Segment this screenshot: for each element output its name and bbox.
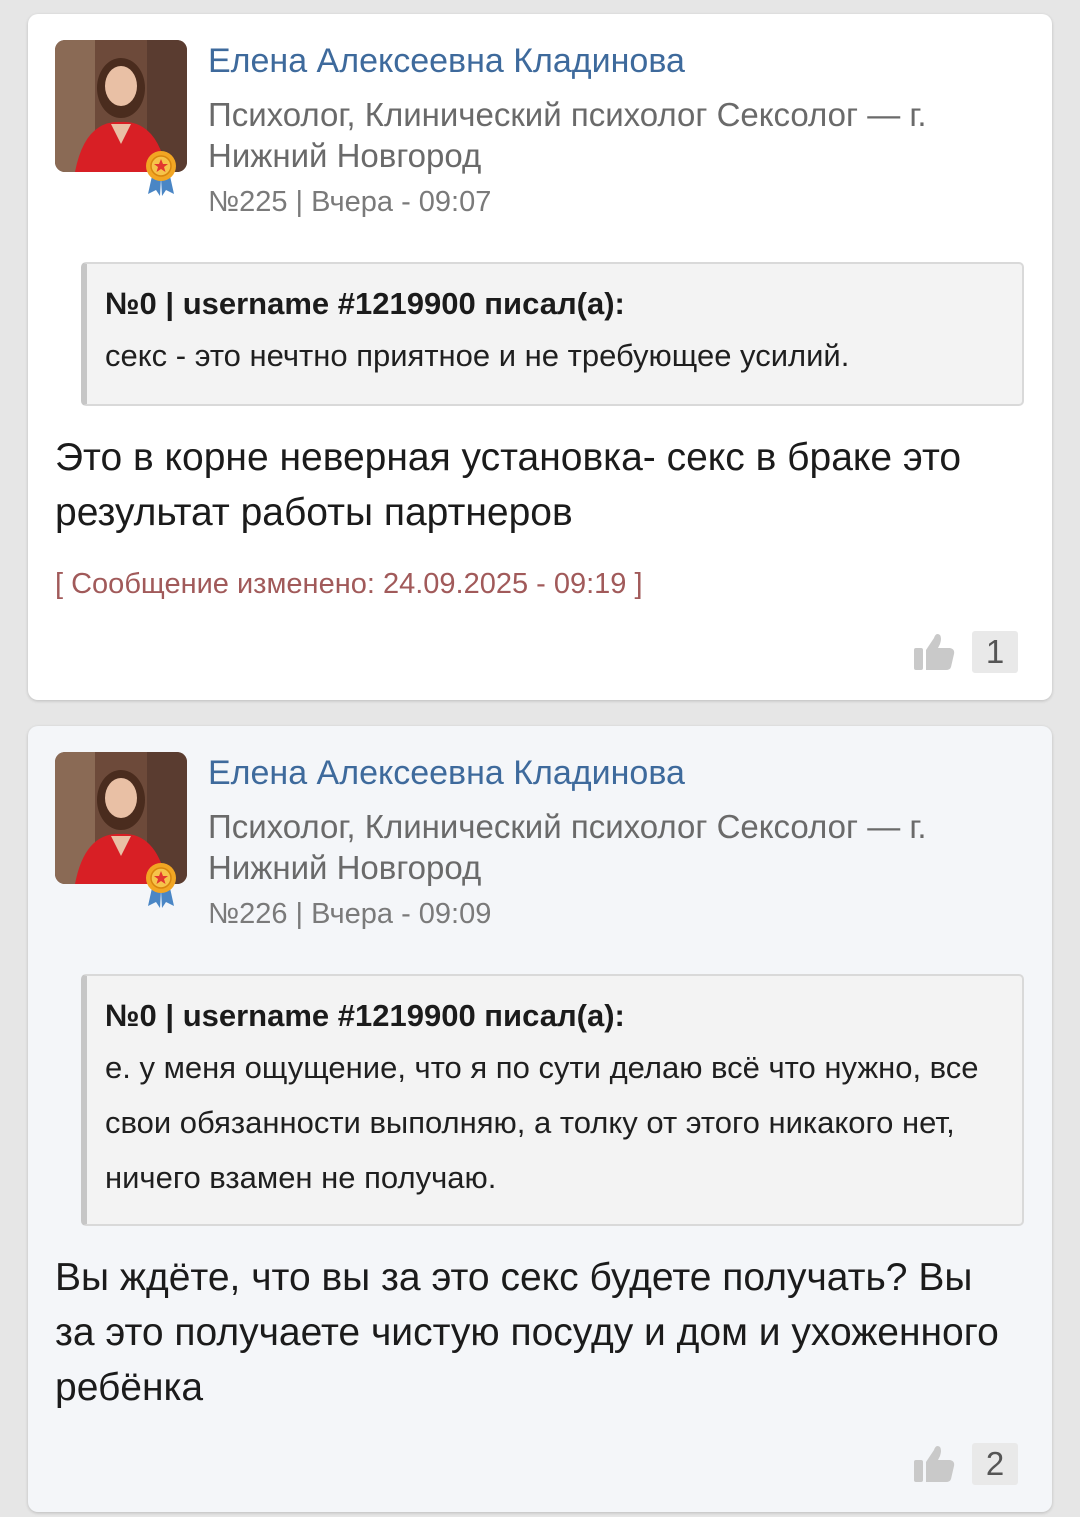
award-ribbon-icon xyxy=(144,862,178,908)
like-control[interactable]: 2 xyxy=(912,1442,1018,1486)
quote-text: е. у меня ощущение, что я по сути делаю … xyxy=(105,1050,979,1195)
award-ribbon-icon xyxy=(144,150,178,196)
author-role: Психолог, Клинический психолог Сексолог … xyxy=(208,96,927,174)
author-name[interactable]: Елена Алексеевна Кладинова xyxy=(208,754,685,793)
quote-header: №0 | username #1219900 писал(а): xyxy=(105,286,625,321)
thumbs-up-icon[interactable] xyxy=(912,1442,956,1486)
quote-block: №0 | username #1219900 писал(а): е. у ме… xyxy=(81,974,1024,1226)
post-meta[interactable]: №226 | Вчера - 09:09 xyxy=(208,898,491,931)
forum-post: Елена Алексеевна Кладинова Психолог, Кли… xyxy=(28,14,1052,700)
author-name[interactable]: Елена Алексеевна Кладинова xyxy=(208,42,685,81)
like-count: 2 xyxy=(972,1443,1018,1485)
quote-text: секс - это нечтно приятное и не требующе… xyxy=(105,338,850,373)
thumbs-up-icon[interactable] xyxy=(912,630,956,674)
post-body: Вы ждёте, что вы за это секс будете полу… xyxy=(55,1256,999,1409)
edited-note: [ Сообщение изменено: 24.09.2025 - 09:19… xyxy=(55,568,643,600)
post-meta[interactable]: №225 | Вчера - 09:07 xyxy=(208,186,491,219)
post-body: Это в корне неверная установка- секс в б… xyxy=(55,436,962,534)
quote-header: №0 | username #1219900 писал(а): xyxy=(105,998,625,1033)
quote-block: №0 | username #1219900 писал(а): секс - … xyxy=(81,262,1024,406)
like-control[interactable]: 1 xyxy=(912,630,1018,674)
forum-post: Елена Алексеевна Кладинова Психолог, Кли… xyxy=(28,726,1052,1512)
like-count: 1 xyxy=(972,631,1018,673)
author-role: Психолог, Клинический психолог Сексолог … xyxy=(208,808,927,886)
